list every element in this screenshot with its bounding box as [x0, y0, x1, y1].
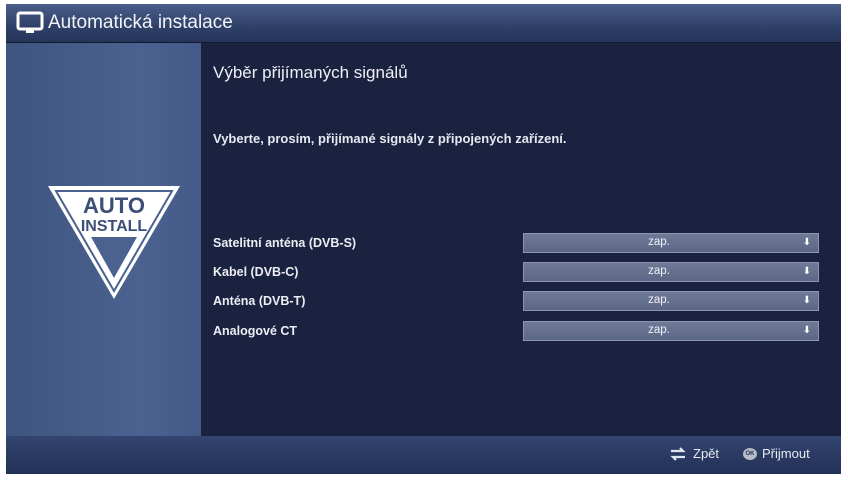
select-value: zap.: [648, 265, 670, 277]
dropdown-arrow-icon[interactable]: ⬇: [802, 237, 812, 249]
title-bar: Automatická instalace: [6, 4, 841, 43]
dropdown-arrow-icon[interactable]: ⬇: [802, 295, 812, 307]
row-label: Analogové CT: [213, 324, 298, 338]
signal-row-satellite[interactable]: Satelitní anténa (DVB-S) zap. ⬇: [201, 233, 841, 255]
sidebar: AUTO INSTALL: [6, 43, 201, 436]
accept-button[interactable]: Přijmout: [762, 446, 810, 461]
dropdown-arrow-icon[interactable]: ⬇: [802, 325, 812, 337]
select-value: zap.: [648, 324, 670, 336]
app-window: Automatická instalace AUTO INSTALL Výběr…: [6, 4, 841, 474]
signal-row-analog[interactable]: Analogové CT zap. ⬇: [201, 321, 841, 343]
back-icon[interactable]: [668, 447, 688, 461]
signal-select[interactable]: zap. ⬇: [523, 321, 819, 341]
footer-bar: Zpět OK Přijmout: [6, 436, 841, 474]
row-label: Anténa (DVB-T): [213, 294, 306, 308]
page-heading: Výběr přijímaných signálů: [213, 63, 408, 82]
tv-icon: [16, 11, 44, 33]
ok-icon[interactable]: OK: [743, 448, 757, 460]
select-value: zap.: [648, 236, 670, 248]
logo-text-install: INSTALL: [81, 218, 148, 235]
back-button[interactable]: Zpět: [693, 446, 719, 461]
auto-install-logo: AUTO INSTALL: [48, 186, 180, 299]
instruction-text: Vyberte, prosím, přijímané signály z při…: [213, 131, 567, 146]
dropdown-arrow-icon[interactable]: ⬇: [802, 266, 812, 278]
row-label: Satelitní anténa (DVB-S): [213, 236, 357, 250]
window-title: Automatická instalace: [48, 12, 233, 33]
signal-select[interactable]: zap. ⬇: [523, 233, 819, 253]
signal-select[interactable]: zap. ⬇: [523, 262, 819, 282]
signal-select[interactable]: zap. ⬇: [523, 291, 819, 311]
row-label: Kabel (DVB-C): [213, 265, 299, 279]
main-panel: Výběr přijímaných signálů Vyberte, prosí…: [201, 43, 841, 436]
signal-row-terrestrial[interactable]: Anténa (DVB-T) zap. ⬇: [201, 291, 841, 313]
select-value: zap.: [648, 294, 670, 306]
signal-row-cable[interactable]: Kabel (DVB-C) zap. ⬇: [201, 262, 841, 284]
logo-text-auto: AUTO: [83, 193, 145, 218]
